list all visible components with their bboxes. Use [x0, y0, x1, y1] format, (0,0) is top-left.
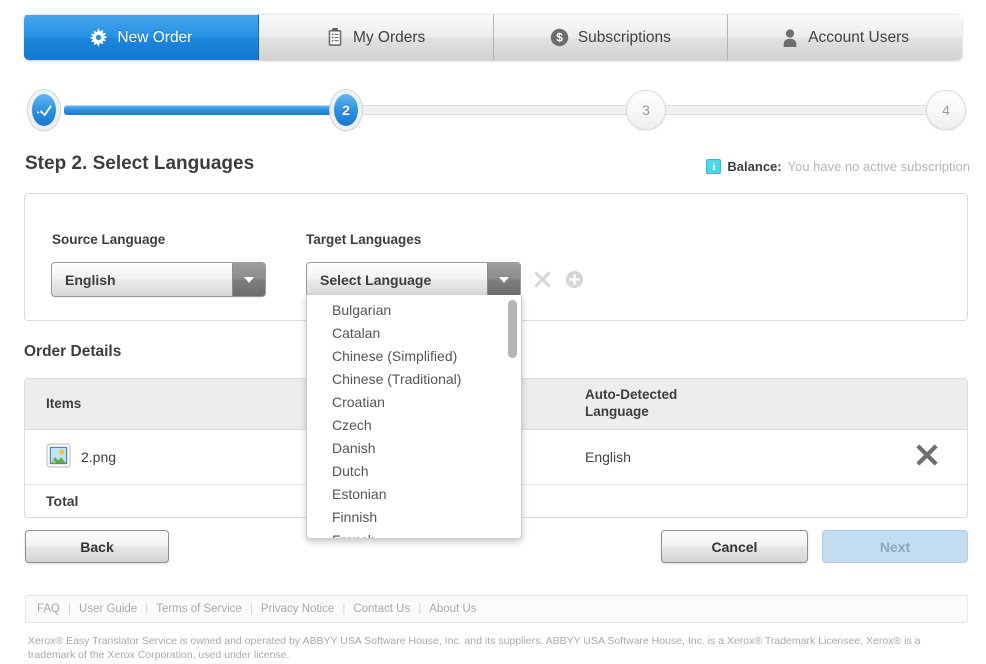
step-number: 3 — [642, 102, 650, 118]
progress-fill — [64, 105, 354, 115]
remove-target-language-button[interactable] — [531, 268, 553, 290]
page-title: Step 2. Select Languages — [25, 153, 255, 174]
dropdown-option[interactable]: Bulgarian — [307, 299, 521, 322]
step-number: 4 — [942, 102, 950, 118]
add-target-language-button[interactable] — [563, 268, 585, 290]
order-details-title: Order Details — [24, 343, 122, 360]
check-icon — [28, 90, 60, 130]
step-node-4[interactable]: 4 — [926, 90, 966, 130]
footer-link-contact-us[interactable]: Contact Us — [353, 603, 410, 615]
target-language-dropdown-list[interactable]: Bulgarian Catalan Chinese (Simplified) C… — [306, 295, 522, 539]
target-languages-label: Target Languages — [306, 232, 422, 247]
dropdown-options: Bulgarian Catalan Chinese (Simplified) C… — [307, 299, 521, 538]
copyright-notice: Xerox® Easy Translator Service is owned … — [28, 635, 921, 662]
step-number: 2 — [330, 90, 362, 130]
dropdown-option[interactable]: Catalan — [307, 322, 521, 345]
clipboard-icon — [326, 28, 344, 47]
user-icon — [781, 28, 799, 47]
divider: | — [68, 603, 72, 615]
footer-link-privacy-notice[interactable]: Privacy Notice — [261, 603, 335, 615]
remove-item-button[interactable] — [915, 443, 939, 472]
chevron-down-icon — [232, 263, 265, 296]
balance-status: i Balance: You have no active subscripti… — [706, 159, 970, 174]
dropdown-option[interactable]: Danish — [307, 437, 521, 460]
dropdown-option[interactable]: Finnish — [307, 506, 521, 529]
step-node-3[interactable]: 3 — [626, 90, 666, 130]
dropdown-option[interactable]: Chinese (Simplified) — [307, 345, 521, 368]
footer-link-terms-of-service[interactable]: Terms of Service — [156, 603, 242, 615]
starburst-icon — [89, 28, 108, 47]
tab-my-orders[interactable]: My Orders — [258, 14, 494, 60]
dropdown-option[interactable]: Estonian — [307, 483, 521, 506]
tab-subscriptions[interactable]: $ Subscriptions — [493, 14, 729, 60]
detected-language-value: English — [585, 449, 631, 465]
step-progress-indicator: 2 3 4 — [22, 90, 966, 132]
tab-account-users[interactable]: Account Users — [728, 14, 962, 60]
balance-value: You have no active subscription — [787, 159, 970, 174]
target-language-select[interactable]: Select Language — [306, 262, 521, 297]
tab-label: Subscriptions — [577, 28, 671, 46]
footer-link-user-guide[interactable]: User Guide — [79, 603, 137, 615]
dropdown-option[interactable]: Czech — [307, 414, 521, 437]
balance-label: Balance: — [727, 159, 782, 174]
tab-new-order[interactable]: New Order — [24, 14, 259, 60]
dollar-coin-icon: $ — [550, 28, 569, 47]
file-name: 2.png — [81, 449, 117, 465]
tab-label: Account Users — [808, 28, 910, 46]
dropdown-option[interactable]: Chinese (Traditional) — [307, 368, 521, 391]
dropdown-option[interactable]: French — [307, 529, 521, 538]
column-header-auto-detected-language: Auto-Detected Language — [585, 387, 678, 419]
step-node-2[interactable]: 2 — [326, 90, 366, 130]
next-button[interactable]: Next — [822, 530, 968, 563]
info-icon: i — [706, 159, 722, 174]
step-node-1[interactable] — [24, 90, 64, 130]
divider: | — [145, 603, 149, 615]
dropdown-option[interactable]: Dutch — [307, 460, 521, 483]
main-navigation-tabs: New Order My Orders $ Subscriptions Acco… — [24, 14, 962, 60]
divider: | — [342, 603, 346, 615]
cancel-button[interactable]: Cancel — [661, 530, 808, 563]
divider: | — [249, 603, 253, 615]
source-language-select[interactable]: English — [51, 262, 266, 297]
divider: | — [418, 603, 422, 615]
tab-label: My Orders — [352, 28, 426, 46]
source-language-value: English — [65, 271, 116, 288]
row-actions — [875, 443, 967, 472]
source-language-label: Source Language — [52, 232, 166, 247]
image-file-icon — [46, 443, 71, 471]
dropdown-option[interactable]: Croatian — [307, 391, 521, 414]
chevron-down-icon — [487, 263, 520, 296]
tab-label: New Order — [117, 28, 193, 46]
footer-link-about-us[interactable]: About Us — [429, 603, 476, 615]
svg-text:$: $ — [556, 30, 563, 44]
back-button[interactable]: Back — [25, 530, 169, 563]
app-page: New Order My Orders $ Subscriptions Acco… — [0, 0, 986, 664]
footer-links: FAQ | User Guide | Terms of Service | Pr… — [25, 595, 968, 623]
footer-link-faq[interactable]: FAQ — [37, 603, 60, 615]
target-language-value: Select Language — [320, 271, 432, 288]
dropdown-scrollbar-thumb[interactable] — [508, 300, 517, 358]
